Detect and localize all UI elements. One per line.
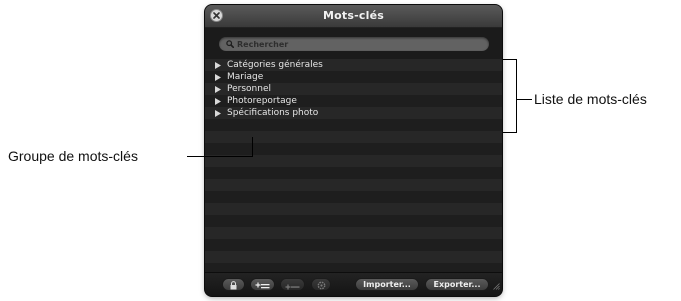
keyword-group-label: Spécifications photo xyxy=(227,108,319,118)
search-input[interactable] xyxy=(237,38,477,50)
resize-grip-icon[interactable] xyxy=(492,275,500,294)
list-item[interactable]: Photoreportage xyxy=(205,95,502,107)
keyword-list-callout: Liste de mots-clés xyxy=(534,91,647,107)
list-item[interactable]: Spécifications photo xyxy=(205,107,502,119)
import-button[interactable]: Importer... xyxy=(355,278,419,291)
list-callout-line xyxy=(516,99,532,100)
search-field[interactable] xyxy=(219,37,489,51)
disclosure-triangle-icon[interactable] xyxy=(215,85,227,93)
gear-icon xyxy=(317,275,326,294)
disclosure-triangle-icon[interactable] xyxy=(215,73,227,81)
list-item[interactable]: Personnel xyxy=(205,83,502,95)
list-bracket-top xyxy=(503,59,517,60)
action-menu-button[interactable] xyxy=(311,278,331,291)
group-callout-horizontal xyxy=(187,156,253,157)
list-bracket-bottom xyxy=(503,132,517,133)
window-title: Mots-clés xyxy=(323,9,384,22)
group-callout-vertical xyxy=(252,137,253,157)
keyword-list[interactable]: Catégories générales Mariage Personnel P… xyxy=(205,59,502,273)
list-item[interactable]: Mariage xyxy=(205,71,502,83)
keyword-group-label: Catégories générales xyxy=(227,60,323,70)
disclosure-triangle-icon[interactable] xyxy=(215,109,227,117)
bottom-toolbar: Importer... Exporter... xyxy=(205,272,502,296)
add-keyword-button[interactable] xyxy=(280,278,305,291)
add-keyword-group-button[interactable] xyxy=(250,278,275,291)
list-item[interactable]: Catégories générales xyxy=(205,59,502,71)
list-bracket-vertical xyxy=(516,59,517,133)
keywords-hud-window: Mots-clés Catégories générales Mariage P… xyxy=(205,5,502,296)
keyword-group-label: Personnel xyxy=(227,84,271,94)
keyword-group-label: Photoreportage xyxy=(227,96,297,106)
keyword-group-callout: Groupe de mots-clés xyxy=(8,148,138,164)
disclosure-triangle-icon[interactable] xyxy=(215,97,227,105)
lock-button[interactable] xyxy=(222,278,245,291)
keyword-group-label: Mariage xyxy=(227,72,264,82)
add-group-icon xyxy=(255,275,270,294)
disclosure-triangle-icon[interactable] xyxy=(215,61,227,69)
export-button[interactable]: Exporter... xyxy=(425,278,489,291)
search-icon xyxy=(226,40,234,48)
add-keyword-icon xyxy=(285,275,300,294)
title-bar[interactable]: Mots-clés xyxy=(205,5,502,28)
lock-icon xyxy=(229,275,238,294)
